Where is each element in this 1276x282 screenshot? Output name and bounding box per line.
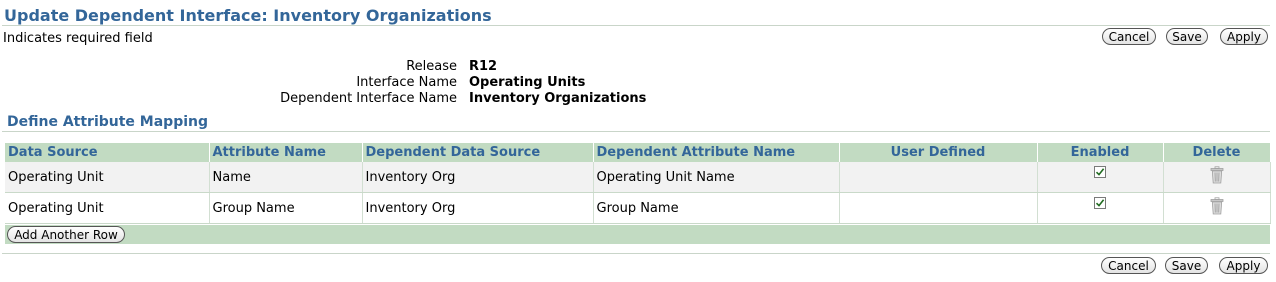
trash-icon bbox=[1210, 197, 1223, 215]
apply-button-top[interactable]: Apply bbox=[1220, 28, 1268, 45]
section-divider bbox=[2, 131, 1270, 132]
checkbox-checked-icon bbox=[1095, 199, 1105, 207]
cell-enabled bbox=[1037, 192, 1164, 224]
cell-data-source: Operating Unit bbox=[5, 192, 210, 224]
cell-delete bbox=[1163, 162, 1271, 193]
col-header-user-defined[interactable]: User Defined bbox=[839, 143, 1038, 162]
cell-data-source: Operating Unit bbox=[5, 162, 210, 193]
cell-dependent-attribute-name: Operating Unit Name bbox=[593, 162, 840, 193]
cell-enabled bbox=[1037, 162, 1164, 193]
attribute-mapping-table: Data Source Attribute Name Dependent Dat… bbox=[5, 143, 1271, 224]
cell-dependent-data-source: Inventory Org bbox=[362, 162, 594, 193]
section-title: Define Attribute Mapping bbox=[7, 114, 209, 130]
cancel-button-top[interactable]: Cancel bbox=[1102, 28, 1156, 45]
release-value: R12 bbox=[469, 59, 498, 74]
enabled-checkbox[interactable] bbox=[1094, 197, 1106, 209]
interface-name-value: Operating Units bbox=[469, 75, 586, 90]
cell-dependent-attribute-name: Group Name bbox=[593, 192, 840, 224]
delete-row-button[interactable] bbox=[1210, 197, 1224, 219]
col-header-delete: Delete bbox=[1163, 143, 1271, 162]
cancel-button-bottom[interactable]: Cancel bbox=[1101, 257, 1156, 274]
col-header-dependent-attribute-name[interactable]: Dependent Attribute Name bbox=[593, 143, 840, 162]
delete-row-button[interactable] bbox=[1210, 166, 1224, 188]
save-button-bottom[interactable]: Save bbox=[1165, 257, 1208, 274]
dependent-interface-name-value: Inventory Organizations bbox=[469, 91, 647, 106]
col-header-attribute-name[interactable]: Attribute Name bbox=[209, 143, 363, 162]
col-header-dependent-data-source[interactable]: Dependent Data Source bbox=[362, 143, 594, 162]
col-header-enabled[interactable]: Enabled bbox=[1037, 143, 1164, 162]
interface-name-label: Interface Name bbox=[356, 75, 457, 90]
cell-user-defined bbox=[839, 162, 1038, 193]
apply-button-bottom[interactable]: Apply bbox=[1219, 257, 1268, 274]
table-footer-bar bbox=[5, 225, 1270, 244]
add-another-row-button[interactable]: Add Another Row bbox=[7, 226, 125, 243]
save-button-top[interactable]: Save bbox=[1166, 28, 1208, 45]
table-row: Operating Unit Name Inventory Org Operat… bbox=[5, 162, 1271, 193]
cell-delete bbox=[1163, 192, 1271, 224]
enabled-checkbox[interactable] bbox=[1094, 166, 1106, 178]
trash-icon bbox=[1210, 166, 1223, 184]
cell-dependent-data-source: Inventory Org bbox=[362, 192, 594, 224]
cell-user-defined bbox=[839, 192, 1038, 224]
col-header-data-source[interactable]: Data Source bbox=[5, 143, 210, 162]
checkbox-checked-icon bbox=[1095, 168, 1105, 176]
dependent-interface-name-label: Dependent Interface Name bbox=[280, 91, 457, 106]
table-row: Operating Unit Group Name Inventory Org … bbox=[5, 192, 1271, 224]
table-header-row: Data Source Attribute Name Dependent Dat… bbox=[5, 143, 1271, 162]
release-label: Release bbox=[406, 59, 457, 74]
page-title: Update Dependent Interface: Inventory Or… bbox=[4, 6, 492, 25]
title-divider bbox=[2, 25, 1270, 26]
cell-attribute-name: Name bbox=[209, 162, 363, 193]
footer-divider bbox=[2, 253, 1270, 254]
required-field-note: Indicates required field bbox=[3, 31, 153, 46]
cell-attribute-name: Group Name bbox=[209, 192, 363, 224]
